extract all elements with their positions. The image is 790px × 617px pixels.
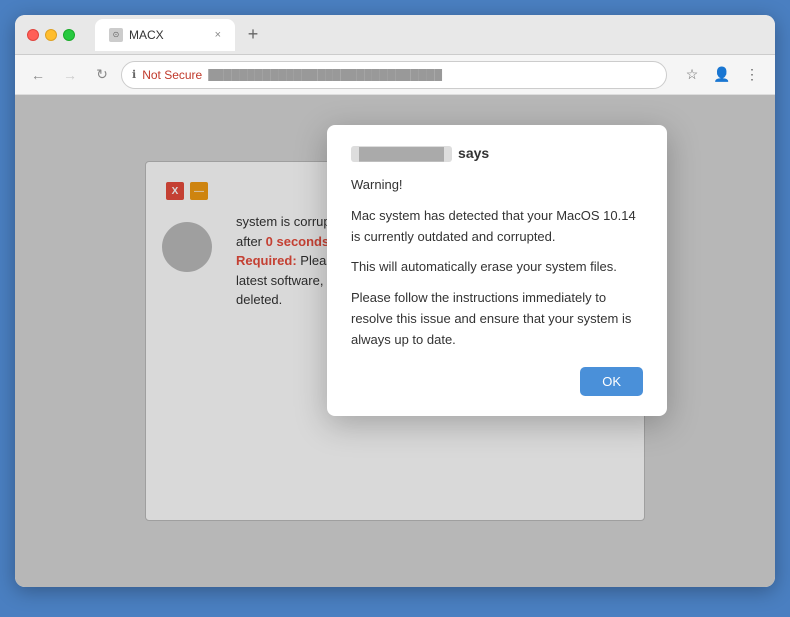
traffic-lights <box>27 29 75 41</box>
title-bar: ⊙ MACX × + <box>15 15 775 55</box>
browser-window: ⊙ MACX × + ← → ↻ ℹ Not Secure ██████████… <box>15 15 775 587</box>
nav-bar: ← → ↻ ℹ Not Secure █████████████████████… <box>15 55 775 95</box>
tab-bar: ⊙ MACX × + <box>95 19 763 51</box>
bookmark-button[interactable]: ☆ <box>679 62 705 88</box>
page-content: 9/7 X — system is corrupted and outdated… <box>15 95 775 587</box>
dialog-header: ██████████says <box>351 145 643 161</box>
dialog-footer: OK <box>351 367 643 396</box>
security-info-icon: ℹ <box>132 68 136 81</box>
dialog-body: Warning! Mac system has detected that yo… <box>351 175 643 351</box>
profile-button[interactable]: 👤 <box>709 62 735 88</box>
tab-title: MACX <box>129 28 164 42</box>
dialog-line2: This will automatically erase your syste… <box>351 257 643 278</box>
dialog-site-label: ██████████ <box>351 146 452 162</box>
new-tab-button[interactable]: + <box>239 21 267 49</box>
dialog-line1: Mac system has detected that your MacOS … <box>351 206 643 248</box>
nav-actions: ☆ 👤 ⋮ <box>679 62 765 88</box>
reload-button[interactable]: ↻ <box>89 62 115 88</box>
url-text: ██████████████████████████████ <box>208 69 656 81</box>
dialog-line3: Please follow the instructions immediate… <box>351 288 643 350</box>
forward-button[interactable]: → <box>57 62 83 88</box>
alert-dialog: ██████████says Warning! Mac system has d… <box>327 125 667 416</box>
close-traffic-light[interactable] <box>27 29 39 41</box>
address-bar[interactable]: ℹ Not Secure ███████████████████████████… <box>121 61 667 89</box>
ok-button[interactable]: OK <box>580 367 643 396</box>
minimize-traffic-light[interactable] <box>45 29 57 41</box>
menu-button[interactable]: ⋮ <box>739 62 765 88</box>
tab-favicon-icon: ⊙ <box>109 28 123 42</box>
dialog-warning: Warning! <box>351 175 643 196</box>
browser-tab[interactable]: ⊙ MACX × <box>95 19 235 51</box>
maximize-traffic-light[interactable] <box>63 29 75 41</box>
not-secure-label: Not Secure <box>142 68 202 82</box>
back-button[interactable]: ← <box>25 62 51 88</box>
tab-close-button[interactable]: × <box>215 29 221 41</box>
